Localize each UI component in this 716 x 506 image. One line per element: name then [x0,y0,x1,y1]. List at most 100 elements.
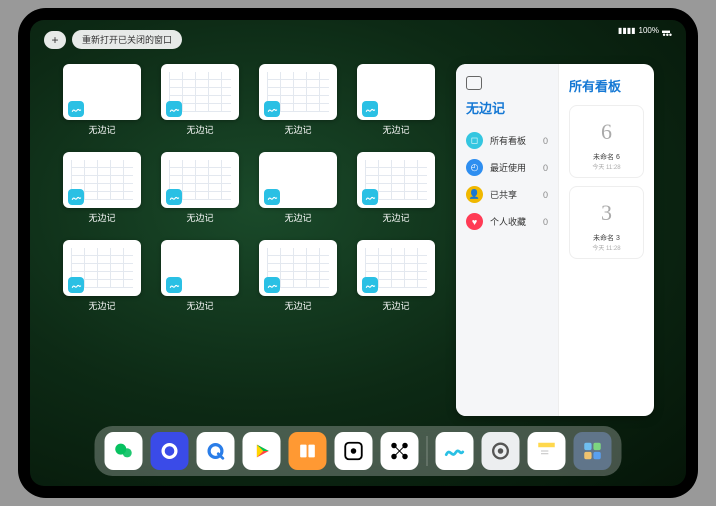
thumbnail-preview [63,240,141,296]
thumbnail-preview [161,152,239,208]
window-thumbnail[interactable]: 无边记 [258,152,338,228]
freeform-app-icon [166,277,182,293]
window-thumbnail[interactable]: 无边记 [62,152,142,228]
window-thumbnail[interactable]: 无边记 [258,64,338,140]
dock-app-notes[interactable] [528,432,566,470]
app-window-freeform: 无边记 ◻ 所有看板 0◴ 最近使用 0👤 已共享 0♥ 个人收藏 0 所有看板… [456,64,654,416]
sidebar-item-icon: ◴ [466,159,483,176]
window-thumbnail[interactable]: 无边记 [258,240,338,316]
dock-app-quark[interactable] [151,432,189,470]
signal-icon: ▮▮▮▮ [618,26,636,35]
sidebar-item-label: 已共享 [490,188,517,201]
content-title: 所有看板 [569,76,644,95]
thumbnail-label: 无边记 [186,123,213,136]
thumbnail-label: 无边记 [382,299,409,312]
thumbnail-label: 无边记 [186,211,213,224]
board-time: 今天 11:28 [592,162,620,171]
board-label: 未命名 3 [593,233,620,243]
thumbnail-label: 无边记 [88,211,115,224]
sidebar-item[interactable]: 👤 已共享 0 [466,181,548,208]
sidebar-item-icon: ♥ [466,213,483,230]
thumbnail-preview [63,64,141,120]
thumbnail-label: 无边记 [88,299,115,312]
freeform-app-icon [68,277,84,293]
sidebar-item-count: 0 [543,217,548,227]
freeform-app-icon [68,189,84,205]
expose-grid: 无边记无边记无边记无边记无边记无边记无边记无边记无边记无边记无边记无边记 [62,64,436,416]
window-thumbnail[interactable]: 无边记 [160,64,240,140]
sidebar-item-count: 0 [543,136,548,146]
new-tab-button[interactable]: + [44,31,66,49]
reopen-closed-window-button[interactable]: 重新打开已关闭的窗口 [72,30,182,49]
dock-app-books[interactable] [289,432,327,470]
thumbnail-preview [357,152,435,208]
freeform-app-icon [264,101,280,117]
dock-app-play[interactable] [243,432,281,470]
sidebar-item[interactable]: ◴ 最近使用 0 [466,154,548,181]
thumbnail-preview [357,64,435,120]
sidebar-item-icon: 👤 [466,186,483,203]
dock-app-dice[interactable] [335,432,373,470]
board-time: 今天 11:28 [592,243,620,252]
sidebar-title: 无边记 [466,98,548,117]
window-thumbnail[interactable]: 无边记 [356,64,436,140]
thumbnail-label: 无边记 [382,123,409,136]
board-card[interactable]: 6 未命名 6 今天 11:28 [569,105,644,178]
window-thumbnail[interactable]: 无边记 [160,152,240,228]
freeform-app-icon [166,189,182,205]
freeform-app-icon [166,101,182,117]
window-thumbnail[interactable]: 无边记 [356,152,436,228]
dock-separator [427,436,428,466]
board-preview: 6 [578,112,634,152]
more-menu-button[interactable]: ••• [663,30,672,40]
sidebar-item-label: 所有看板 [490,134,526,147]
sidebar-item-label: 个人收藏 [490,215,526,228]
thumbnail-preview [63,152,141,208]
freeform-app-icon [68,101,84,117]
thumbnail-preview [161,64,239,120]
window-thumbnail[interactable]: 无边记 [62,64,142,140]
dock-app-freeform[interactable] [436,432,474,470]
dock-app-browser[interactable] [197,432,235,470]
freeform-app-icon [362,277,378,293]
freeform-app-icon [362,101,378,117]
freeform-app-icon [264,277,280,293]
board-preview: 3 [578,193,634,233]
window-thumbnail[interactable]: 无边记 [356,240,436,316]
sidebar-item-count: 0 [543,190,548,200]
board-card[interactable]: 3 未命名 3 今天 11:28 [569,186,644,259]
thumbnail-preview [259,152,337,208]
battery-text: 100% [639,26,659,35]
thumbnail-preview [357,240,435,296]
sidebar-item-count: 0 [543,163,548,173]
dock-app-app-library[interactable] [574,432,612,470]
thumbnail-preview [259,64,337,120]
sidebar-item-label: 最近使用 [490,161,526,174]
thumbnail-preview [259,240,337,296]
dock-app-connect[interactable] [381,432,419,470]
freeform-app-icon [362,189,378,205]
sidebar-item-icon: ◻ [466,132,483,149]
thumbnail-label: 无边记 [284,211,311,224]
freeform-content: 所有看板 6 未命名 6 今天 11:28 3 未命名 3 今天 11:28 [559,64,654,416]
top-controls: + 重新打开已关闭的窗口 [44,30,182,49]
dock [95,426,622,476]
freeform-app-icon [264,189,280,205]
dock-app-wechat[interactable] [105,432,143,470]
thumbnail-label: 无边记 [284,123,311,136]
dock-app-settings[interactable] [482,432,520,470]
sidebar-item[interactable]: ♥ 个人收藏 0 [466,208,548,235]
thumbnail-label: 无边记 [186,299,213,312]
thumbnail-preview [161,240,239,296]
window-thumbnail[interactable]: 无边记 [62,240,142,316]
thumbnail-label: 无边记 [284,299,311,312]
thumbnail-label: 无边记 [382,211,409,224]
window-thumbnail[interactable]: 无边记 [160,240,240,316]
ipad-frame: ▮▮▮▮ 100% ▬ + 重新打开已关闭的窗口 ••• 无边记无边记无边记无边… [18,8,698,498]
sidebar-toggle-icon[interactable] [466,76,482,90]
freeform-sidebar: 无边记 ◻ 所有看板 0◴ 最近使用 0👤 已共享 0♥ 个人收藏 0 [456,64,559,416]
sidebar-item[interactable]: ◻ 所有看板 0 [466,127,548,154]
workspace: 无边记无边记无边记无边记无边记无边记无边记无边记无边记无边记无边记无边记 无边记… [62,64,654,416]
screen: ▮▮▮▮ 100% ▬ + 重新打开已关闭的窗口 ••• 无边记无边记无边记无边… [30,20,686,486]
thumbnail-label: 无边记 [88,123,115,136]
